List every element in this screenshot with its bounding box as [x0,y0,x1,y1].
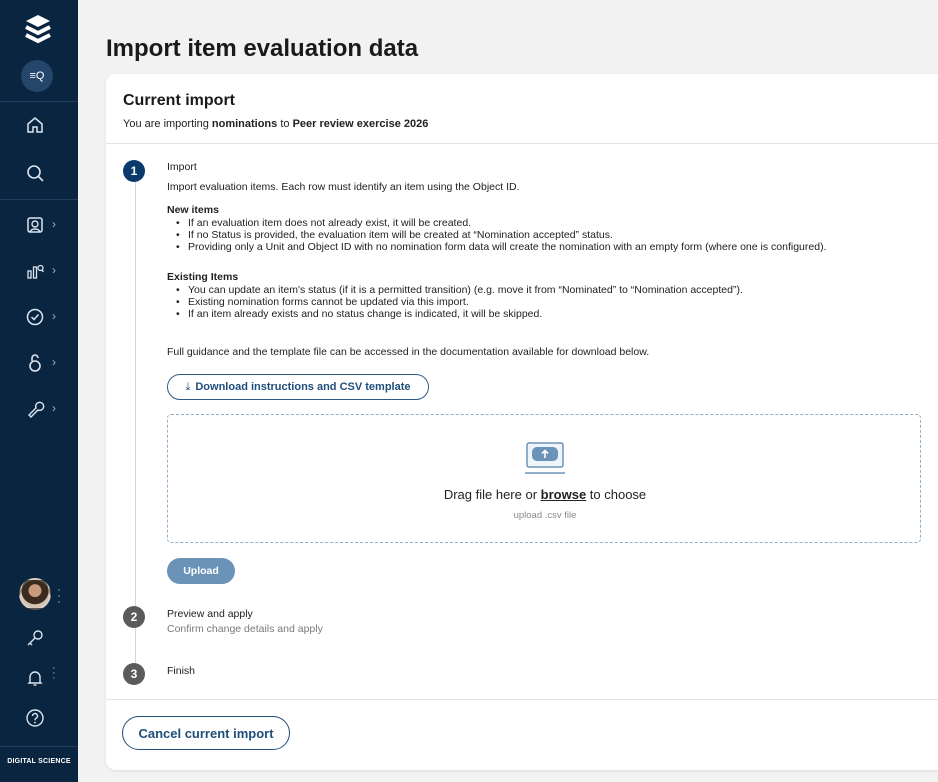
card-subtitle: You are importing nominations to Peer re… [123,118,428,130]
card-title: Current import [123,92,235,109]
new-items-list: If an evaluation item does not already e… [176,217,826,253]
sidebar-item-search[interactable] [0,155,78,191]
chevron-right-icon: › [52,401,56,415]
brand-label: DIGITAL SCIENCE [7,758,71,765]
file-dropzone[interactable]: Drag file here or browse to choose uploa… [167,414,921,543]
sidebar-item-home[interactable] [0,107,78,143]
divider [106,699,938,700]
subtitle-prefix: You are importing [123,118,212,130]
chevron-right-icon: › [52,355,56,369]
list-item: Existing nomination forms cannot be upda… [176,296,743,308]
subtitle-type: nominations [211,118,278,130]
cloud-upload-icon [525,442,565,474]
analytics-icon [27,264,45,279]
sidebar-item-evaluation[interactable]: › [0,299,78,335]
sidebar-item-tools[interactable]: › [0,391,78,427]
existing-items-list: You can update an item's status (if it i… [176,284,743,320]
subtitle-target: Peer review exercise 2026 [292,118,429,130]
new-items-heading: New items [167,204,219,216]
step-title-finish: Finish [167,665,196,677]
subtitle-mid: to [277,118,293,130]
stepper-line [135,176,136,673]
list-item: You can update an item's status (if it i… [176,284,743,296]
list-item: Providing only a Unit and Object ID with… [176,241,826,253]
chevron-right-icon: › [52,263,56,277]
check-badge-icon [26,308,44,326]
wrench-icon [28,401,45,418]
more-vertical-icon[interactable]: · · · [57,583,61,607]
chevron-right-icon: › [52,217,56,231]
sidebar-search-button[interactable]: ≡Q [21,60,53,92]
sidebar-item-analytics[interactable]: › [0,253,78,289]
app-logo-icon[interactable] [23,13,53,45]
bell-icon [27,671,43,686]
existing-items-heading: Existing Items [167,271,239,283]
import-card: Current import You are importing nominat… [106,74,938,770]
step-number-3: 3 [123,663,145,685]
import-intro: Import evaluation items. Each row must i… [167,181,520,193]
page-title: Import item evaluation data [106,35,419,62]
key-icon [27,630,43,646]
download-label: Download instructions and CSV template [195,381,411,393]
browse-link[interactable]: browse [541,487,587,502]
step-number-2: 2 [123,606,145,628]
upload-button[interactable]: Upload [167,558,235,584]
cancel-import-button[interactable]: Cancel current import [122,716,290,750]
profile-search-icon [27,217,43,233]
search-icon [27,165,44,182]
sidebar-item-notifications[interactable]: · · · [0,660,78,696]
chevron-right-icon: › [52,309,56,323]
sidebar-item-keys[interactable] [0,620,78,656]
sidebar-divider [0,199,78,200]
help-icon [26,709,44,727]
sidebar: ≡Q › › › › › · · · · · · DIGITAL SCIENCE [0,0,78,782]
more-vertical-icon[interactable]: · · · [52,663,56,684]
step-subtitle-preview: Confirm change details and apply [167,623,323,635]
open-access-icon [29,354,41,372]
step-title-preview: Preview and apply [167,608,253,620]
step-title-import: Import [167,161,197,173]
sidebar-divider [0,101,78,102]
list-item: If an evaluation item does not already e… [176,217,826,229]
sidebar-item-open-access[interactable]: › [0,345,78,381]
drop-prefix: Drag file here or [443,487,541,502]
sidebar-divider [0,746,78,747]
step-number-1: 1 [123,160,145,182]
download-template-button[interactable]: ⤓ Download instructions and CSV template [167,374,429,400]
dropzone-text: Drag file here or browse to choose [168,487,922,502]
list-item: If an item already exists and no status … [176,308,743,320]
divider [106,143,938,144]
home-icon [27,117,43,133]
download-icon: ⤓ [185,381,191,393]
avatar[interactable] [19,578,51,610]
guidance-text: Full guidance and the template file can … [167,346,650,358]
sidebar-item-help[interactable] [0,700,78,736]
dropzone-hint: upload .csv file [513,510,577,521]
sidebar-item-profiles[interactable]: › [0,207,78,243]
drop-suffix: to choose [586,487,647,502]
list-item: If no Status is provided, the evaluation… [176,229,826,241]
